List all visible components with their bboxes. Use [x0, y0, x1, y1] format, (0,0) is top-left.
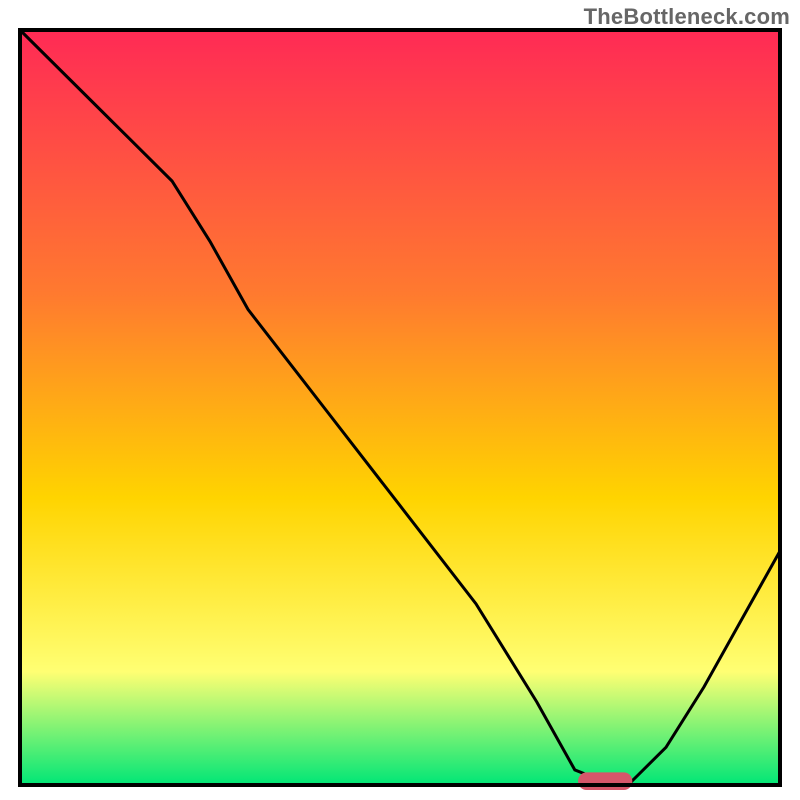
chart-svg: [0, 0, 800, 800]
bottleneck-chart: TheBottleneck.com: [0, 0, 800, 800]
optimal-marker: [579, 773, 632, 790]
